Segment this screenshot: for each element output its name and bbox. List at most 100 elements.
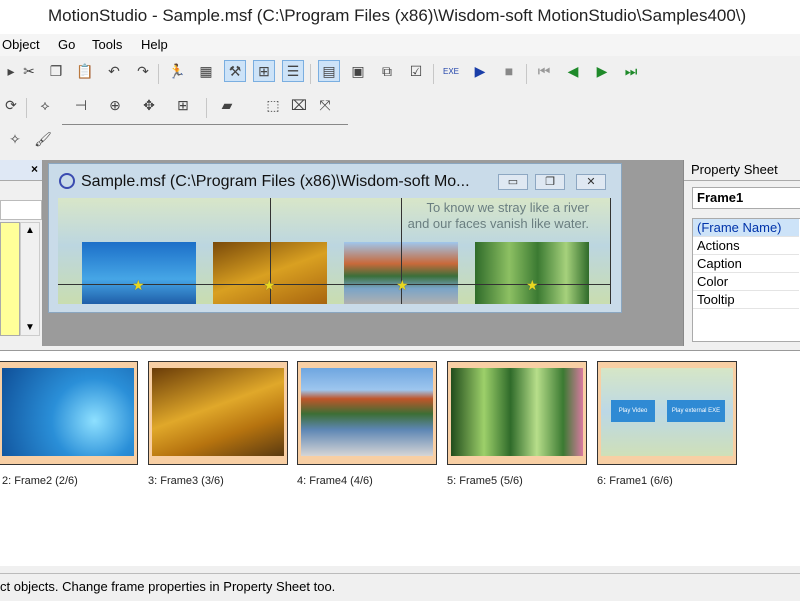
paste-icon[interactable]: 📋 <box>74 60 96 82</box>
frame-image-lake <box>301 368 433 456</box>
toolbar-separator <box>526 64 527 84</box>
title-bar: MotionStudio - Sample.msf (C:\Program Fi… <box>0 0 800 34</box>
property-tooltip[interactable]: Tooltip <box>693 291 799 309</box>
star-icon[interactable]: ★ <box>396 277 409 294</box>
stage-thumb-forest[interactable] <box>475 242 589 304</box>
wand-icon[interactable]: ✧ <box>4 128 26 150</box>
properties-icon[interactable]: ▤ <box>318 60 340 82</box>
windows-icon[interactable]: ⧉ <box>376 60 398 82</box>
undo-icon[interactable]: ↶ <box>103 60 125 82</box>
frame-label: 4: Frame4 (4/6) <box>297 475 373 487</box>
node-edit-icon[interactable]: ⟡ <box>34 94 56 116</box>
menu-object[interactable]: Object <box>2 37 40 52</box>
restore-button[interactable]: ❐ <box>535 174 565 190</box>
left-pane: × ▲ ▼ <box>0 160 43 346</box>
property-color[interactable]: Color <box>693 273 799 291</box>
scroll-down-icon[interactable]: ▼ <box>25 322 35 333</box>
checklist-icon[interactable]: ☑ <box>405 60 427 82</box>
stage-canvas[interactable]: To know we stray like a river and our fa… <box>58 198 611 304</box>
order-icon[interactable]: ▰ <box>216 94 238 116</box>
toolbar-main: ▸ ✂ ❐ 📋 ↶ ↷ 🏃 ▦ ⚒ ⊞ ☰ ▤ ▣ ⧉ ☑ EXE ▶ ■ ⏮ … <box>0 60 800 88</box>
frame-thumbnail[interactable] <box>447 361 587 465</box>
play-icon[interactable]: ▶ <box>469 60 491 82</box>
frame-label: 3: Frame3 (3/6) <box>148 475 224 487</box>
close-icon[interactable]: × <box>31 162 38 176</box>
close-button[interactable]: ✕ <box>576 174 606 190</box>
next-frame-icon[interactable]: ▶ <box>591 60 613 82</box>
frame-label: 6: Frame1 (6/6) <box>597 475 673 487</box>
star-icon[interactable]: ★ <box>526 277 539 294</box>
transform-icon[interactable]: ⤧ <box>314 94 336 116</box>
toolbar-separator <box>310 64 311 84</box>
grid-icon[interactable]: ▦ <box>195 60 217 82</box>
frame-image-autumn <box>152 368 284 456</box>
exe-icon[interactable]: EXE <box>440 60 462 82</box>
status-bar: ct objects. Change frame properties in P… <box>0 573 800 601</box>
left-pane-header: × <box>0 160 42 181</box>
distribute-icon[interactable]: ✥ <box>138 94 160 116</box>
frame-label: 2: Frame2 (2/6) <box>2 475 78 487</box>
property-sheet: Property Sheet Frame1 (Frame Name) Actio… <box>683 160 800 346</box>
property-frame-name[interactable]: (Frame Name) <box>693 219 799 237</box>
property-actions[interactable]: Actions <box>693 237 799 255</box>
toolbar-separator <box>206 98 207 118</box>
mini-button-play-video: Play Video <box>611 400 655 422</box>
app-icon <box>59 173 75 189</box>
ungroup-icon[interactable]: ⌧ <box>288 94 310 116</box>
frame-thumbnail[interactable] <box>297 361 437 465</box>
copy-icon[interactable]: ❐ <box>45 60 67 82</box>
color-swatch[interactable] <box>0 222 20 336</box>
toolbar-separator <box>158 64 159 84</box>
left-pane-field[interactable] <box>0 200 42 220</box>
frame-thumbnail[interactable] <box>0 361 138 465</box>
toolbar-underline <box>62 124 348 125</box>
align-center-icon[interactable]: ⊕ <box>104 94 126 116</box>
align-left-icon[interactable]: ⊣ <box>70 94 92 116</box>
minimize-button[interactable]: ▭ <box>498 174 528 190</box>
first-frame-icon[interactable]: ⏮ <box>533 60 555 82</box>
menu-go[interactable]: Go <box>58 37 75 52</box>
document-window: Sample.msf (C:\Program Files (x86)\Wisdo… <box>48 163 622 313</box>
menu-help[interactable]: Help <box>141 37 168 52</box>
window-title: MotionStudio - Sample.msf (C:\Program Fi… <box>48 6 747 25</box>
layout-grid-icon[interactable]: ⊞ <box>253 60 275 82</box>
run-icon[interactable]: 🏃 <box>166 60 188 82</box>
mini-button-play-exe: Play external EXE <box>667 400 725 422</box>
scrollbar[interactable]: ▲ ▼ <box>20 222 40 336</box>
divider <box>684 180 800 181</box>
tools-icon[interactable]: ⚒ <box>224 60 246 82</box>
scroll-up-icon[interactable]: ▲ <box>25 225 35 236</box>
align-box-icon[interactable]: ⊞ <box>172 94 194 116</box>
menu-tools[interactable]: Tools <box>92 37 122 52</box>
star-icon[interactable]: ★ <box>263 277 276 294</box>
frames-strip: 2: Frame2 (2/6) 3: Frame3 (3/6) 4: Frame… <box>0 350 800 566</box>
poem-line-2: and our faces vanish like water. <box>407 216 589 231</box>
brush-icon[interactable]: 🖌 <box>32 128 54 150</box>
menu-bar: Object Go Tools Help <box>0 34 800 56</box>
frame-thumbnail-selected[interactable]: Play Video Play external EXE <box>597 361 737 465</box>
stop-icon[interactable]: ■ <box>498 60 520 82</box>
redo-icon[interactable]: ↷ <box>132 60 154 82</box>
frame-thumbnail[interactable] <box>148 361 288 465</box>
poem-line-1: To know we stray like a river <box>426 200 589 215</box>
image-icon[interactable]: ▣ <box>347 60 369 82</box>
group-icon[interactable]: ⬚ <box>262 94 284 116</box>
status-text: ct objects. Change frame properties in P… <box>0 579 336 594</box>
property-caption[interactable]: Caption <box>693 255 799 273</box>
toolbar-arrange: ⟳ ⟡ ⊣ ⊕ ✥ ⊞ ▰ ⬚ ⌧ ⤧ <box>0 94 800 125</box>
previous-frame-icon[interactable]: ◀ <box>562 60 584 82</box>
toolbar-drawing: ✧ 🖌 <box>0 128 800 158</box>
last-frame-icon[interactable]: ⏭ <box>620 60 642 82</box>
cut-icon[interactable]: ✂ <box>18 60 40 82</box>
toolbar-separator <box>26 98 27 118</box>
toolbar-separator <box>433 64 434 84</box>
frame-label: 5: Frame5 (5/6) <box>447 475 523 487</box>
poem-text: To know we stray like a river and our fa… <box>408 200 589 232</box>
frame-selector[interactable]: Frame1 <box>692 187 800 209</box>
frame-image-menu: Play Video Play external EXE <box>601 368 733 456</box>
rotate-icon[interactable]: ⟳ <box>0 94 22 116</box>
list-view-icon[interactable]: ☰ <box>282 60 304 82</box>
stage-thumb-underwater[interactable] <box>82 242 196 304</box>
property-sheet-title: Property Sheet <box>691 162 778 177</box>
star-icon[interactable]: ★ <box>132 277 145 294</box>
